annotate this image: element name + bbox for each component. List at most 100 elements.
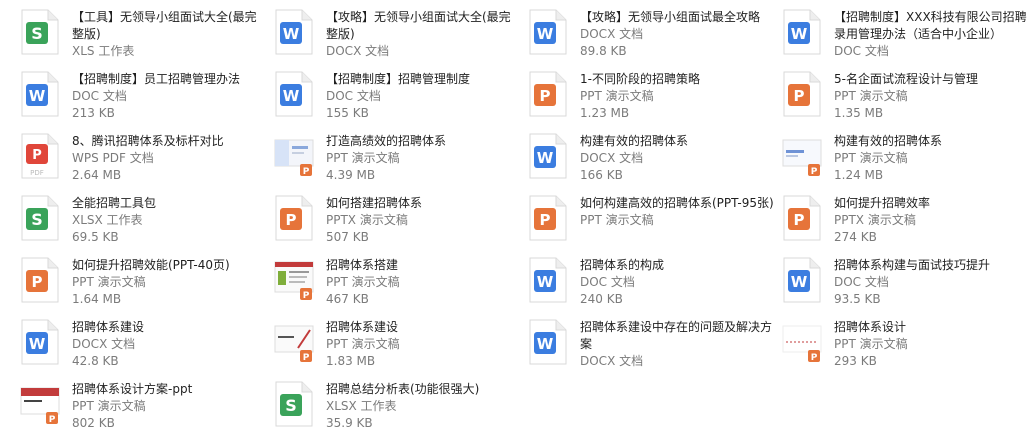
- file-item[interactable]: W 【招聘制度】XXX科技有限公司招聘录用管理办法（适合中小企业） DOC 文档: [782, 8, 1032, 70]
- file-type: DOCX 文档: [580, 151, 644, 165]
- svg-text:P: P: [794, 211, 805, 229]
- file-type: DOC 文档: [834, 44, 889, 58]
- file-name: 【招聘制度】招聘管理制度: [326, 72, 471, 86]
- file-name: 如何构建高效的招聘体系(PPT-95张): [580, 196, 774, 210]
- svg-text:P: P: [811, 353, 818, 363]
- file-name: 招聘体系建设: [326, 320, 399, 334]
- file-size: 42.8 KB: [72, 354, 119, 368]
- svg-text:P: P: [794, 87, 805, 105]
- file-name: 招聘总结分析表(功能很强大): [326, 382, 480, 396]
- ppt-thumbnail-icon: P: [782, 318, 822, 366]
- file-item[interactable]: W 【招聘制度】招聘管理制度 DOC 文档 155 KB: [274, 70, 524, 132]
- file-type: DOC 文档: [580, 275, 635, 289]
- file-item[interactable]: W 招聘体系建设中存在的问题及解决方案 DOCX 文档: [528, 318, 778, 380]
- file-type: PPT 演示文稿: [580, 213, 654, 227]
- file-name: 招聘体系构建与面试技巧提升: [834, 258, 991, 272]
- file-type: PPT 演示文稿: [834, 89, 908, 103]
- svg-text:P: P: [32, 273, 43, 291]
- file-size: 2.64 MB: [72, 168, 122, 182]
- file-name: 招聘体系搭建: [326, 258, 399, 272]
- word-doc-icon: W: [274, 70, 314, 118]
- file-name: 招聘体系设计方案-ppt: [72, 382, 193, 396]
- file-item[interactable]: P 招聘体系搭建 PPT 演示文稿 467 KB: [274, 256, 524, 318]
- spreadsheet-icon: S: [20, 8, 60, 56]
- svg-text:S: S: [31, 24, 43, 43]
- file-item[interactable]: W 招聘体系构建与面试技巧提升 DOC 文档 93.5 KB: [782, 256, 1032, 318]
- word-doc-icon: W: [20, 318, 60, 366]
- file-type: DOCX 文档: [580, 27, 644, 41]
- file-item[interactable]: P 如何构建高效的招聘体系(PPT-95张) PPT 演示文稿: [528, 194, 778, 256]
- presentation-icon: P: [20, 256, 60, 304]
- file-item[interactable]: W 招聘体系的构成 DOC 文档 240 KB: [528, 256, 778, 318]
- file-type: PPT 演示文稿: [834, 151, 908, 165]
- file-name: 打造高绩效的招聘体系: [326, 134, 447, 148]
- file-item[interactable]: W 构建有效的招聘体系 DOCX 文档 166 KB: [528, 132, 778, 194]
- file-size: 93.5 KB: [834, 292, 881, 306]
- file-name: 5-名企面试流程设计与管理: [834, 72, 978, 86]
- file-item[interactable]: P 如何搭建招聘体系 PPTX 演示文稿 507 KB: [274, 194, 524, 256]
- word-doc-icon: W: [528, 256, 568, 304]
- file-item[interactable]: P 1-不同阶段的招聘策略 PPT 演示文稿 1.23 MB: [528, 70, 778, 132]
- presentation-icon: P: [274, 194, 314, 242]
- file-type: PPT 演示文稿: [580, 89, 654, 103]
- file-name: 构建有效的招聘体系: [580, 134, 689, 148]
- word-doc-icon: W: [20, 70, 60, 118]
- svg-text:P: P: [49, 415, 56, 425]
- svg-text:P: P: [32, 148, 42, 163]
- file-item[interactable]: W 招聘体系建设 DOCX 文档 42.8 KB: [20, 318, 270, 380]
- ppt-thumbnail-icon: P: [274, 318, 314, 366]
- file-size: 155 KB: [326, 106, 369, 120]
- ppt-thumbnail-icon: P: [274, 256, 314, 304]
- file-name: 如何提升招聘效率: [834, 196, 931, 210]
- file-item[interactable]: S 【工具】无领导小组面试大全(最完整版) XLS 工作表: [20, 8, 270, 70]
- file-type: PPT 演示文稿: [326, 275, 400, 289]
- svg-text:W: W: [537, 149, 554, 167]
- file-size: 274 KB: [834, 230, 877, 244]
- file-item[interactable]: P PDF 8、腾讯招聘体系及标杆对比 WPS PDF 文档 2.64 MB: [20, 132, 270, 194]
- svg-text:W: W: [283, 25, 300, 43]
- word-doc-icon: W: [528, 8, 568, 56]
- file-item[interactable]: P 5-名企面试流程设计与管理 PPT 演示文稿 1.35 MB: [782, 70, 1032, 132]
- file-size: 166 KB: [580, 168, 623, 182]
- file-name: 招聘体系建设: [72, 320, 145, 334]
- file-type: PPT 演示文稿: [326, 151, 400, 165]
- file-item[interactable]: P 打造高绩效的招聘体系 PPT 演示文稿 4.39 MB: [274, 132, 524, 194]
- file-item[interactable]: P 如何提升招聘效率 PPTX 演示文稿 274 KB: [782, 194, 1032, 256]
- file-item[interactable]: S 招聘总结分析表(功能很强大) XLSX 工作表 35.9 KB: [274, 380, 524, 442]
- file-size: 69.5 KB: [72, 230, 119, 244]
- pdf-icon: P PDF: [20, 132, 60, 180]
- file-item[interactable]: P 招聘体系设计方案-ppt PPT 演示文稿 802 KB: [20, 380, 270, 442]
- spreadsheet-icon: S: [274, 380, 314, 428]
- file-item[interactable]: P 构建有效的招聘体系 PPT 演示文稿 1.24 MB: [782, 132, 1032, 194]
- svg-text:W: W: [537, 273, 554, 291]
- file-type: PPT 演示文稿: [834, 337, 908, 351]
- presentation-icon: P: [528, 70, 568, 118]
- file-name: 招聘体系的构成: [580, 258, 665, 272]
- svg-text:PDF: PDF: [30, 169, 44, 177]
- svg-text:P: P: [540, 211, 551, 229]
- word-doc-icon: W: [782, 8, 822, 56]
- file-size: 240 KB: [580, 292, 623, 306]
- file-size: 89.8 KB: [580, 44, 627, 58]
- file-item[interactable]: P 招聘体系建设 PPT 演示文稿 1.83 MB: [274, 318, 524, 380]
- file-name: 招聘体系建设中存在的问题及解决方案: [580, 320, 773, 351]
- file-name: 【攻略】无领导小组面试大全(最完整版): [326, 10, 511, 41]
- file-grid: S 【工具】无领导小组面试大全(最完整版) XLS 工作表 W 【攻略】无领导小组…: [0, 0, 1032, 441]
- svg-text:P: P: [303, 167, 310, 177]
- file-item[interactable]: W 【攻略】无领导小组面试最全攻略 DOCX 文档 89.8 KB: [528, 8, 778, 70]
- file-type: DOC 文档: [326, 89, 381, 103]
- file-item[interactable]: W 【攻略】无领导小组面试大全(最完整版) DOCX 文档: [274, 8, 524, 70]
- file-item[interactable]: W 【招聘制度】员工招聘管理办法 DOC 文档 213 KB: [20, 70, 270, 132]
- file-size: 1.24 MB: [834, 168, 884, 182]
- file-type: PPTX 演示文稿: [326, 213, 408, 227]
- file-type: DOCX 文档: [580, 354, 644, 368]
- file-name: 如何搭建招聘体系: [326, 196, 423, 210]
- file-name: 【招聘制度】XXX科技有限公司招聘录用管理办法（适合中小企业）: [834, 10, 1027, 41]
- file-type: PPT 演示文稿: [72, 399, 146, 413]
- file-item[interactable]: S 全能招聘工具包 XLSX 工作表 69.5 KB: [20, 194, 270, 256]
- file-item[interactable]: P 如何提升招聘效能(PPT-40页) PPT 演示文稿 1.64 MB: [20, 256, 270, 318]
- file-size: 1.83 MB: [326, 354, 376, 368]
- file-name: 1-不同阶段的招聘策略: [580, 72, 700, 86]
- svg-text:P: P: [286, 211, 297, 229]
- file-item[interactable]: P 招聘体系设计 PPT 演示文稿 293 KB: [782, 318, 1032, 380]
